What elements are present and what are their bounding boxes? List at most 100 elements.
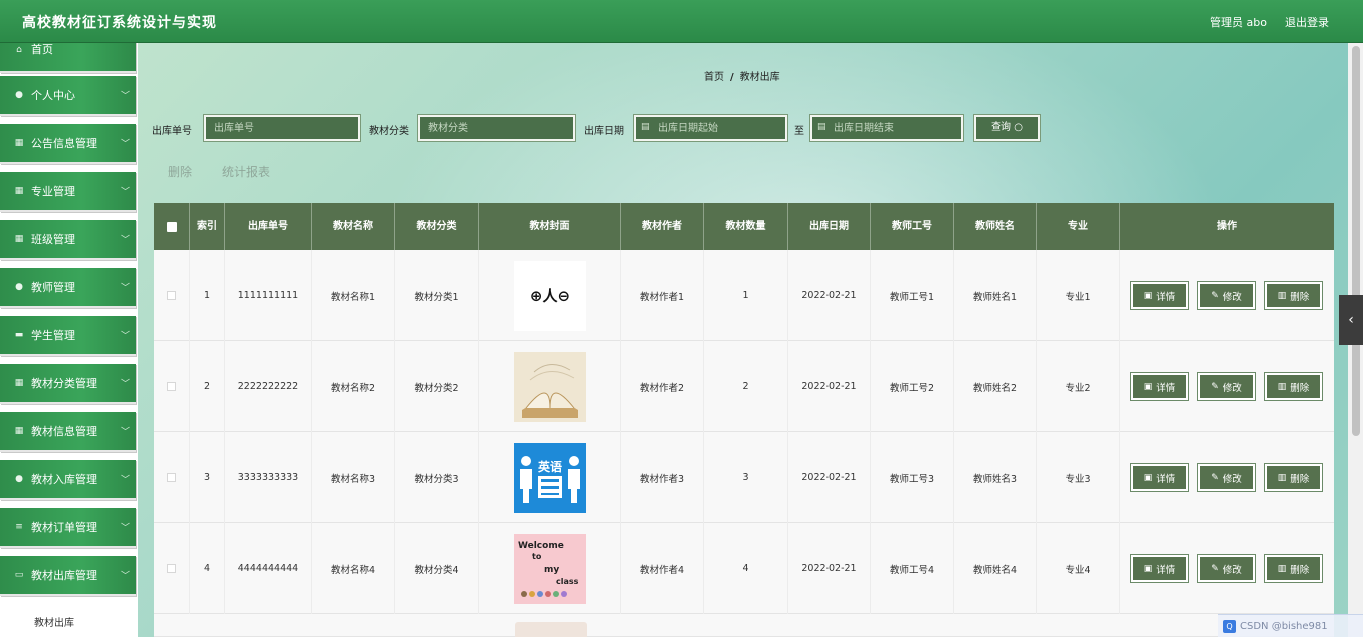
- trash-icon: ▥: [1277, 563, 1287, 574]
- batch-delete-button[interactable]: 删除: [168, 163, 192, 180]
- date-start-input[interactable]: [633, 114, 788, 142]
- cell-index: 3: [190, 432, 225, 523]
- delete-button[interactable]: ▥ 删除: [1264, 554, 1323, 583]
- breadcrumb: 首页 / 教材出库: [704, 68, 780, 83]
- breadcrumb-home[interactable]: 首页: [704, 72, 724, 83]
- sidebar-item-class[interactable]: ▦ 班级管理 ﹀: [0, 220, 136, 260]
- detail-button-label: 详情: [1156, 291, 1176, 303]
- top-bar: 高校教材征订系统设计与实现 管理员 abo 退出登录: [0, 0, 1363, 43]
- grid-icon: ▦: [14, 378, 24, 388]
- col-out-no: 出库单号: [225, 203, 312, 250]
- cell-category: 教材分类2: [395, 341, 479, 432]
- cell-cover: 英语: [479, 432, 621, 523]
- edit-button-label: 修改: [1222, 291, 1242, 303]
- query-button[interactable]: 查询 ○: [973, 114, 1041, 142]
- sidebar-item-student[interactable]: ▬ 学生管理 ﹀: [0, 316, 136, 356]
- svg-text:⊕人⊖: ⊕人⊖: [529, 287, 569, 305]
- delete-button-label: 删除: [1290, 382, 1310, 394]
- sidebar-item-teacher[interactable]: ● 教师管理 ﹀: [0, 268, 136, 308]
- cell-category: 教材分类4: [395, 523, 479, 614]
- sidebar-item-stock-out[interactable]: ▭ 教材出库管理 ﹀: [0, 556, 136, 596]
- chevron-down-icon: ﹀: [120, 283, 130, 294]
- query-button-label: 查询: [991, 122, 1012, 133]
- cell-category: 教材分类3: [395, 432, 479, 523]
- row-checkbox[interactable]: [167, 382, 176, 391]
- sidebar-item-textbook-info[interactable]: ▦ 教材信息管理 ﹀: [0, 412, 136, 452]
- detail-button-label: 详情: [1156, 382, 1176, 394]
- app-title: 高校教材征订系统设计与实现: [22, 15, 217, 31]
- data-table: 索引 出库单号 教材名称 教材分类 教材封面 教材作者 教材数量 出库日期 教师…: [154, 203, 1334, 637]
- logout-link[interactable]: 退出登录: [1285, 14, 1329, 30]
- col-category: 教材分类: [395, 203, 479, 250]
- cell-name: 教材名称1: [312, 250, 395, 341]
- sidebar-item-personal-center[interactable]: ● 个人中心 ﹀: [0, 76, 136, 116]
- delete-button[interactable]: ▥ 删除: [1264, 281, 1323, 310]
- date-end-input[interactable]: [809, 114, 964, 142]
- edit-button[interactable]: ✎ 修改: [1197, 281, 1256, 310]
- sidebar-item-orders[interactable]: ≡ 教材订单管理 ﹀: [0, 508, 136, 548]
- sidebar-item-label: 班级管理: [31, 233, 75, 246]
- calendar-icon: ▤: [641, 122, 650, 132]
- sidebar-item-home[interactable]: ⌂ 首页: [0, 43, 136, 73]
- category-input[interactable]: [417, 114, 576, 142]
- watermark-text: CSDN @bishe981: [1240, 621, 1328, 632]
- sidebar-item-major[interactable]: ▦ 专业管理 ﹀: [0, 172, 136, 212]
- cell-major: 专业3: [1037, 432, 1120, 523]
- watermark: Q CSDN @bishe981: [1218, 614, 1363, 637]
- chevron-down-icon: ﹀: [120, 91, 130, 102]
- trash-icon: ▥: [1277, 290, 1287, 301]
- detail-button[interactable]: ▣ 详情: [1130, 554, 1189, 583]
- cell-name: 教材名称4: [312, 523, 395, 614]
- edit-button-label: 修改: [1222, 382, 1242, 394]
- edit-button[interactable]: ✎ 修改: [1197, 554, 1256, 583]
- sidebar-item-label: 个人中心: [31, 89, 75, 102]
- sidebar-item-stock-in[interactable]: ● 教材入库管理 ﹀: [0, 460, 136, 500]
- report-button[interactable]: 统计报表: [222, 163, 270, 180]
- sidebar: ⌂ 首页 ● 个人中心 ﹀ ▦ 公告信息管理 ﹀ ▦ 专业管理 ﹀ ▦ 班级管理…: [0, 43, 138, 637]
- collapse-panel-button[interactable]: ‹: [1339, 295, 1363, 345]
- cell-date: 2022-02-21: [788, 432, 871, 523]
- scrollbar-thumb[interactable]: [1352, 46, 1360, 436]
- row-checkbox[interactable]: [167, 564, 176, 573]
- select-all-checkbox[interactable]: [166, 221, 177, 232]
- sidebar-item-label: 专业管理: [31, 185, 75, 198]
- delete-button[interactable]: ▥ 删除: [1264, 463, 1323, 492]
- detail-button[interactable]: ▣ 详情: [1130, 281, 1189, 310]
- detail-icon: ▣: [1143, 472, 1153, 483]
- list-icon: ≡: [15, 522, 23, 532]
- category-label: 教材分类: [369, 126, 409, 137]
- edit-button[interactable]: ✎ 修改: [1197, 463, 1256, 492]
- delete-button[interactable]: ▥ 删除: [1264, 372, 1323, 401]
- col-index-line1: 索: [197, 221, 207, 232]
- sidebar-item-label: 教材分类管理: [31, 377, 97, 390]
- detail-button[interactable]: ▣ 详情: [1130, 372, 1189, 401]
- delete-button-label: 删除: [1290, 473, 1310, 485]
- sidebar-item-notice[interactable]: ▦ 公告信息管理 ﹀: [0, 124, 136, 164]
- cell-index: 2: [190, 341, 225, 432]
- detail-icon: ▣: [1143, 563, 1153, 574]
- grid-icon: ▦: [14, 138, 24, 148]
- breadcrumb-current: 教材出库: [739, 72, 780, 83]
- cell-major: 专业1: [1037, 250, 1120, 341]
- chevron-down-icon: ﹀: [120, 379, 130, 390]
- table-row: 1 1111111111 教材名称1 教材分类1 ⊕人⊖ 教材作者1 1 202…: [154, 250, 1334, 341]
- monitor-icon: ▭: [14, 570, 24, 580]
- sidebar-item-label: 教材入库管理: [31, 473, 97, 486]
- sidebar-subitem-stock-out[interactable]: 教材出库: [0, 610, 138, 637]
- row-checkbox[interactable]: [167, 291, 176, 300]
- col-qty: 教材数量: [704, 203, 788, 250]
- col-actions: 操作: [1217, 221, 1237, 232]
- out-no-input[interactable]: [203, 114, 361, 142]
- user-icon: ●: [15, 282, 23, 292]
- cell-actions: ▣ 详情 ✎ 修改 ▥ 删除: [1120, 523, 1334, 614]
- row-checkbox[interactable]: [167, 473, 176, 482]
- cell-index: 4: [190, 523, 225, 614]
- date-to-label: 至: [794, 126, 804, 137]
- cover-image-4: Welcome to my class: [513, 533, 586, 604]
- sidebar-item-textbook-category[interactable]: ▦ 教材分类管理 ﹀: [0, 364, 136, 404]
- chevron-down-icon: ﹀: [120, 523, 130, 534]
- cell-major: 专业2: [1037, 341, 1120, 432]
- edit-button[interactable]: ✎ 修改: [1197, 372, 1256, 401]
- detail-button[interactable]: ▣ 详情: [1130, 463, 1189, 492]
- svg-text:my: my: [544, 565, 559, 575]
